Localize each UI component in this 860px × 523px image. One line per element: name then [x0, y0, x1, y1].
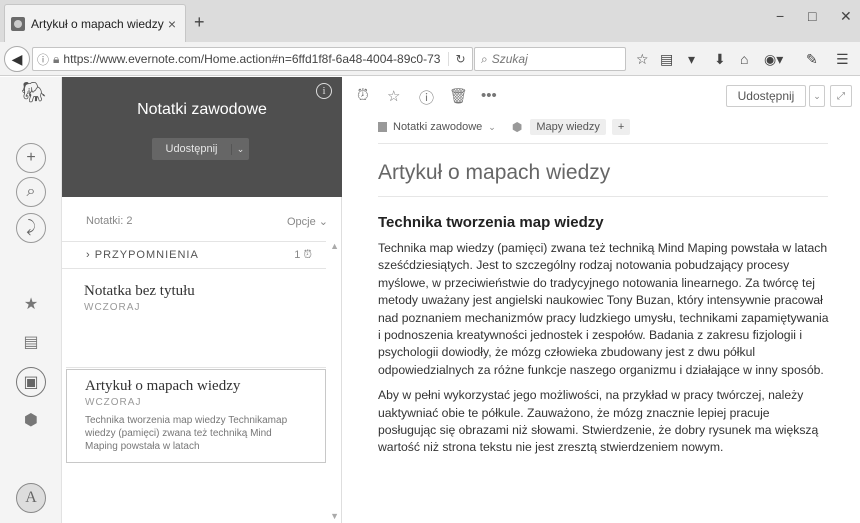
divider: [378, 143, 828, 144]
note-card[interactable]: Notatka bez tytułu WCZORAJ: [66, 275, 326, 367]
note-card-selected[interactable]: Artykuł o mapach wiedzy WCZORAJ Technika…: [66, 369, 326, 463]
notebook-share-label: Udostępnij: [165, 143, 218, 155]
notebook-icon: ▣: [23, 374, 39, 391]
minimize-button[interactable]: −: [776, 8, 784, 24]
notebook-share-button[interactable]: Udostępnij ⌄: [152, 138, 249, 160]
avatar-letter: A: [25, 489, 37, 506]
note-date: WCZORAJ: [84, 302, 141, 313]
notebook-header: Notatki zawodowe i Udostępnij ⌄: [62, 77, 342, 197]
note-heading[interactable]: Technika tworzenia map wiedzy: [378, 214, 604, 231]
notebook-info-icon[interactable]: i: [316, 83, 332, 99]
notes-count-row: Notatki: 2 Opcje ⌄: [62, 215, 342, 228]
note-info-icon[interactable]: ⓘ: [419, 87, 434, 108]
back-arrow-icon: ◀: [11, 50, 23, 67]
download-icon[interactable]: ⬇: [714, 52, 726, 66]
lock-icon: 🔒︎: [53, 51, 60, 66]
avatar[interactable]: A: [16, 483, 46, 513]
expand-icon[interactable]: ⤢: [830, 85, 852, 107]
divider: [378, 196, 828, 197]
scroll-down-icon[interactable]: ▼: [330, 511, 339, 521]
back-button[interactable]: ◀: [4, 46, 30, 72]
menu-icon[interactable]: ☰: [836, 52, 849, 66]
chat-icon: ⤸: [26, 219, 36, 236]
trash-icon[interactable]: 🗑︎: [449, 87, 468, 105]
close-window-button[interactable]: ✕: [840, 8, 852, 25]
note-paragraph[interactable]: Aby w pełni wykorzystać jego możliwości,…: [378, 387, 830, 457]
tag-icon: ⬢: [511, 120, 523, 134]
note-editor: ⏰︎ ☆ ⓘ 🗑︎ ••• Udostępnij ⌄ ⤢ Notatki zaw…: [343, 77, 860, 523]
bookmark-star-icon[interactable]: ☆: [636, 52, 649, 66]
search-placeholder: Szukaj: [491, 52, 528, 66]
reminders-row[interactable]: › PRZYPOMNIENIA 1 ⏰︎: [62, 241, 326, 269]
notebook-title: Notatki zawodowe: [137, 101, 267, 118]
more-options-icon[interactable]: •••: [481, 87, 497, 104]
browser-titlebar: Artykuł o mapach wiedzy |... × + − □ ✕: [0, 0, 860, 42]
notes-count: Notatki: 2: [86, 215, 133, 227]
plus-icon: +: [26, 149, 36, 166]
search-icon: ⌕: [26, 183, 36, 200]
left-rail: 🐘︎ + ⌕ ⤸ ★ ▤ ▣ ⬢ A: [0, 77, 62, 523]
tags-icon[interactable]: ⬢: [21, 411, 41, 431]
home-icon[interactable]: ⌂: [740, 52, 748, 66]
reminders-text: PRZYPOMNIENIA: [94, 249, 199, 261]
note-title: Artykuł o mapach wiedzy: [85, 378, 241, 394]
search-icon: ⌕: [481, 51, 488, 66]
reminders-label: › PRZYPOMNIENIA: [86, 249, 294, 261]
chevron-down-icon[interactable]: ⌄: [231, 143, 249, 155]
new-note-button[interactable]: +: [16, 143, 46, 173]
alarm-clock-icon: ⏰︎: [303, 248, 312, 261]
new-tab-button[interactable]: +: [194, 13, 205, 31]
note-meta-row: Notatki zawodowe ⌄ ⬢ Mapy wiedzy +: [378, 119, 636, 135]
chevron-down-icon[interactable]: ⌄: [488, 122, 496, 133]
reminder-alarm-icon[interactable]: ⏰︎: [357, 87, 369, 104]
scroll-up-icon[interactable]: ▲: [330, 241, 339, 251]
reload-icon[interactable]: ↻: [448, 52, 472, 66]
info-icon[interactable]: ⓘ: [37, 51, 49, 68]
notebook-icon: [378, 122, 387, 132]
work-chat-button[interactable]: ⤸: [16, 213, 46, 243]
search-button[interactable]: ⌕: [16, 177, 46, 207]
note-body[interactable]: Technika map wiedzy (pamięci) zwana też …: [378, 240, 830, 465]
add-tag-button[interactable]: +: [611, 119, 631, 135]
notebooks-button[interactable]: ▣: [16, 367, 46, 397]
evernote-favicon-icon: [11, 16, 25, 31]
url-text[interactable]: https://www.evernote.com/Home.action#n=6…: [63, 52, 448, 66]
share-chevron-down-icon[interactable]: ⌄: [809, 85, 825, 107]
note-paragraph[interactable]: Technika map wiedzy (pamięci) zwana też …: [378, 240, 830, 379]
chevron-down-icon: ⌄: [318, 216, 328, 228]
options-dropdown[interactable]: Opcje ⌄: [287, 215, 328, 228]
note-title-field[interactable]: Artykuł o mapach wiedzy: [378, 161, 610, 185]
reminders-count-value: 1: [294, 248, 301, 261]
evernote-extension-icon[interactable]: ✎: [806, 52, 818, 66]
note-share-button[interactable]: Udostępnij: [726, 85, 806, 107]
maximize-button[interactable]: □: [808, 8, 816, 24]
notes-list-panel: Notatki: 2 Opcje ⌄ › PRZYPOMNIENIA 1 ⏰︎ …: [62, 197, 342, 523]
tab-close-icon[interactable]: ×: [165, 16, 179, 32]
url-bar[interactable]: ⓘ 🔒︎ https://www.evernote.com/Home.actio…: [32, 47, 473, 71]
note-notebook-selector[interactable]: Notatki zawodowe: [393, 121, 482, 133]
tab-title: Artykuł o mapach wiedzy |...: [31, 16, 165, 31]
shortcuts-star-icon[interactable]: ★: [21, 295, 41, 315]
note-snippet: Technika tworzenia map wiedzy Technikama…: [85, 415, 288, 452]
search-input[interactable]: ⌕ Szukaj: [474, 47, 626, 71]
browser-navbar: ◀ ⓘ 🔒︎ https://www.evernote.com/Home.act…: [0, 42, 860, 76]
divider: [66, 367, 326, 368]
options-label: Opcje: [286, 216, 316, 228]
reading-list-icon[interactable]: ▤: [660, 52, 673, 66]
tag-chip[interactable]: Mapy wiedzy: [530, 119, 606, 135]
browser-tab[interactable]: Artykuł o mapach wiedzy |... ×: [4, 4, 186, 42]
shortcut-star-icon[interactable]: ☆: [387, 87, 400, 105]
note-title: Notatka bez tytułu: [84, 283, 195, 299]
notes-icon[interactable]: ▤: [21, 333, 41, 353]
pocket-icon[interactable]: ▾: [688, 52, 695, 66]
extension-icon[interactable]: ◉▾: [764, 52, 783, 66]
reminders-count: 1 ⏰︎: [294, 249, 312, 262]
elephant-logo-icon[interactable]: 🐘︎: [21, 83, 46, 103]
note-date: WCZORAJ: [85, 397, 142, 408]
chevron-right-icon: ›: [86, 249, 91, 261]
